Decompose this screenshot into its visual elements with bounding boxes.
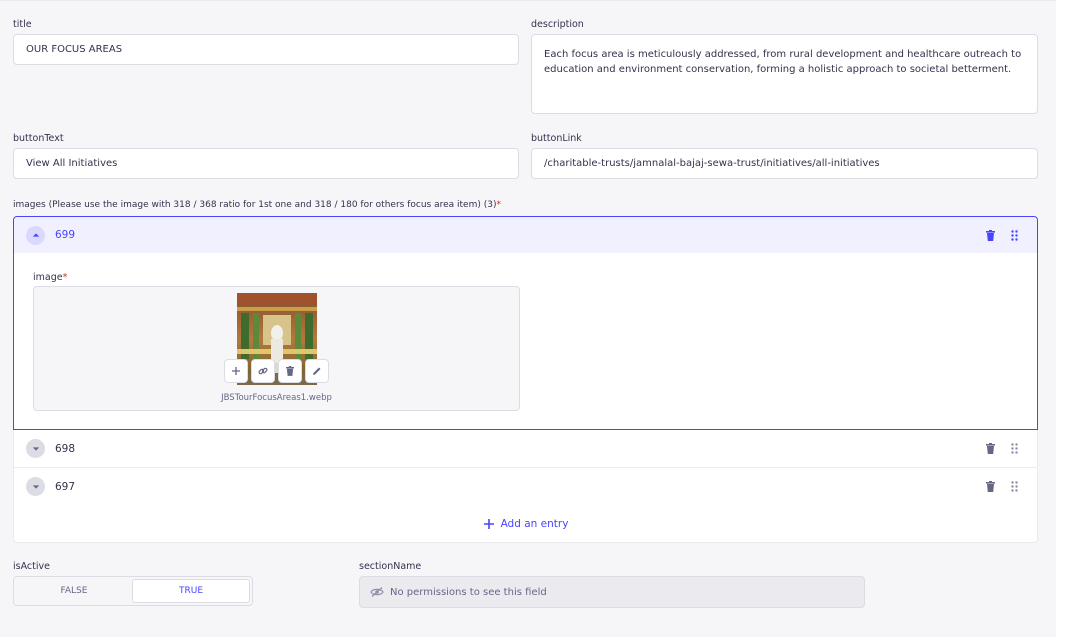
image-dropzone[interactable]: JBSTourFocusAreas1.webp xyxy=(33,286,520,411)
button-text-input[interactable]: View All Initiatives xyxy=(13,148,519,179)
entry-header-699[interactable]: 699 xyxy=(14,217,1037,253)
trash-icon[interactable] xyxy=(985,481,995,493)
toggle-option-true[interactable]: TRUE xyxy=(132,579,250,603)
image-toolbar xyxy=(224,359,329,383)
link-icon xyxy=(258,367,268,375)
button-link-label: buttonLink xyxy=(531,133,582,144)
plus-icon xyxy=(483,518,494,529)
add-image-button[interactable] xyxy=(224,359,248,383)
trash-icon[interactable] xyxy=(985,229,995,241)
edit-image-button[interactable] xyxy=(305,359,329,383)
section-name-label: sectionName xyxy=(359,561,422,572)
title-label: title xyxy=(13,19,32,30)
image-file-name: JBSTourFocusAreas1.webp xyxy=(221,393,332,403)
images-label: images (Please use the image with 318 / … xyxy=(13,200,501,210)
chevron-down-icon[interactable] xyxy=(26,477,45,496)
add-entry-button[interactable]: Add an entry xyxy=(13,505,1038,543)
required-mark: * xyxy=(62,272,68,283)
is-active-label: isActive xyxy=(13,561,50,572)
title-input[interactable]: OUR FOCUS AREAS xyxy=(13,34,519,65)
description-textarea[interactable]: Each focus area is meticulously addresse… xyxy=(531,34,1038,114)
copy-link-button[interactable] xyxy=(251,359,275,383)
section-name-disabled-field: No permissions to see this field xyxy=(359,576,865,608)
button-text-label: buttonText xyxy=(13,133,64,144)
entry-title: 699 xyxy=(55,229,76,241)
images-label-text: images (Please use the image with 318 / … xyxy=(13,200,497,210)
is-active-toggle: FALSE TRUE xyxy=(13,576,253,606)
trash-icon xyxy=(286,366,294,376)
edit-form-panel: title OUR FOCUS AREAS description Each f… xyxy=(0,0,1056,637)
entry-header-697[interactable]: 697 xyxy=(13,468,1038,506)
toggle-option-false[interactable]: FALSE xyxy=(16,579,132,603)
entry-title: 697 xyxy=(55,480,76,493)
drag-handle-icon[interactable] xyxy=(1009,229,1019,241)
button-link-input[interactable]: /charitable-trusts/jamnalal-bajaj-sewa-t… xyxy=(531,148,1038,179)
chevron-down-icon[interactable] xyxy=(26,439,45,458)
image-label: image* xyxy=(33,272,67,283)
delete-image-button[interactable] xyxy=(278,359,302,383)
image-label-text: image xyxy=(33,272,63,283)
entry-header-698[interactable]: 698 xyxy=(13,430,1038,468)
pencil-icon xyxy=(313,367,321,375)
eye-striked-icon xyxy=(370,587,384,597)
chevron-up-icon[interactable] xyxy=(26,225,45,245)
required-mark: * xyxy=(496,200,501,210)
drag-handle-icon[interactable] xyxy=(1009,481,1019,493)
add-entry-label: Add an entry xyxy=(500,517,569,530)
plus-icon xyxy=(232,367,240,375)
no-permission-message: No permissions to see this field xyxy=(390,586,547,598)
trash-icon[interactable] xyxy=(985,443,995,455)
description-label: description xyxy=(531,19,584,30)
entry-title: 698 xyxy=(55,442,76,455)
drag-handle-icon[interactable] xyxy=(1009,443,1019,455)
images-entry-expanded: 699 image* JBSTourFocusAreas1.webp xyxy=(13,216,1038,430)
